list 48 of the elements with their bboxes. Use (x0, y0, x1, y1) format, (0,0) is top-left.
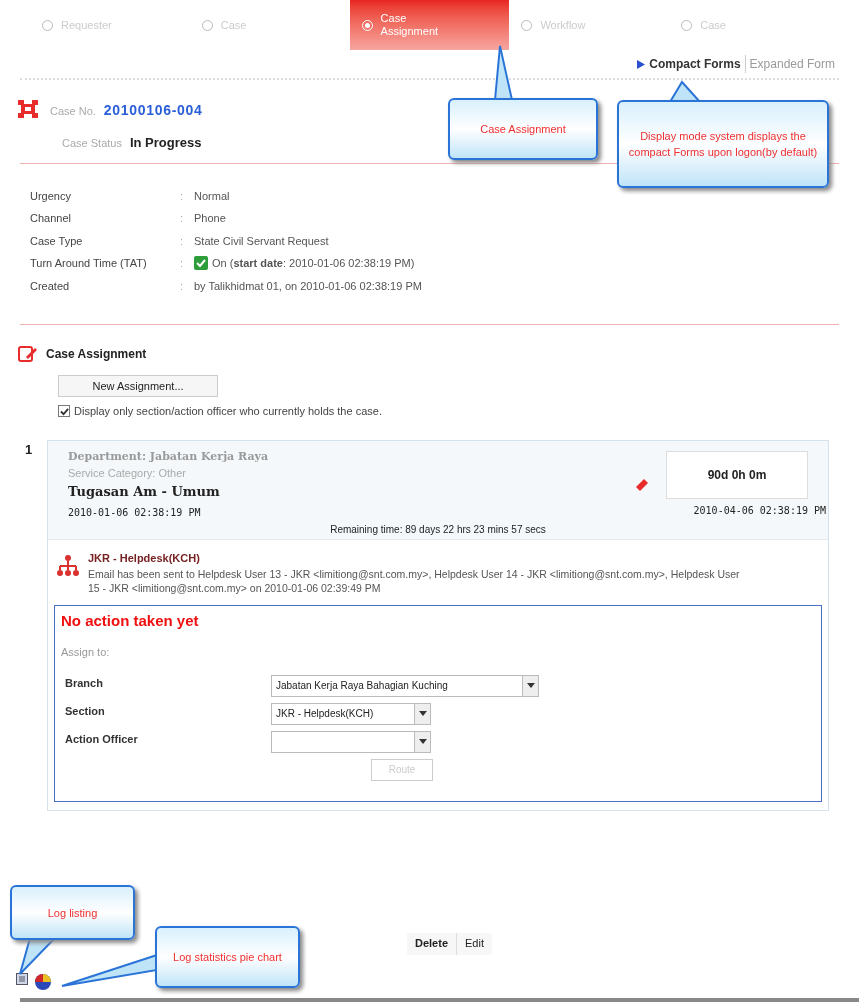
duration: 90d 0h 0m (666, 450, 808, 499)
callout-bubble: Display mode system displays the compact Forms upon logon(by default) (617, 100, 829, 188)
field-label: Case Type (30, 233, 84, 249)
mode-link[interactable]: Expanded Form (744, 55, 835, 73)
new-assignment-button[interactable]: New Assignment... (58, 375, 218, 397)
form-label: Action Officer (65, 731, 139, 747)
callout-bubble: Log listing (10, 885, 135, 940)
field-value: Phone (194, 211, 226, 226)
item-index: 1 (25, 440, 34, 459)
mode-link[interactable]: Compact Forms (649, 55, 741, 73)
remaining-time: Remaining time: 89 days 22 hrs 23 mins 57 secs (330, 523, 546, 537)
case-number-label: Case No. (50, 104, 96, 119)
field-value: by Talikhidmat 01, on 2010-01-06 02:38:19 PM (194, 278, 422, 294)
task-title: Tugasan Am - Umum (68, 482, 221, 501)
email-notice: Email has been sent to Helpdesk User 13 - JKR <limitiong@snt.com.my>, Helpdesk User 14 - JKR <limitiong@snt.com.my>, Helpdesk User 15 - JKR <limitiong@snt.com.my> on 2010-01-06 02:39:49 PM (88, 566, 741, 595)
action-button[interactable]: Edit (457, 932, 492, 955)
end-date: 2010-04-06 02:38:19 PM (693, 503, 826, 518)
step-tab[interactable]: Case Assignment (349, 0, 510, 50)
field-label: Urgency (30, 188, 72, 204)
field-value: On (start date: 2010-01-06 02:38:19 PM) (212, 256, 415, 271)
field-label: Channel (30, 211, 72, 226)
callout-bubble: Log statistics pie chart (155, 926, 300, 988)
field-separator: : (180, 211, 185, 226)
field-value: State Civil Servant Request (194, 233, 329, 249)
select-field[interactable]: JKR - Helpdesk(KCH) (271, 702, 431, 725)
assign-label: Assign to: (61, 645, 111, 660)
form-label: Branch (65, 675, 104, 691)
field-separator: : (180, 188, 185, 204)
department: Department: Jabatan Kerja Raya (68, 448, 270, 465)
field-label: Turn Around Time (TAT) (30, 256, 148, 271)
checkbox-label: Display only section/action officer who currently holds the case. (74, 404, 382, 419)
start-date: 2010-01-06 02:38:19 PM (68, 506, 202, 520)
case-status-label: Case Status (62, 136, 122, 151)
field-separator: : (180, 278, 185, 294)
category: Service Category: Other (68, 466, 187, 481)
action-button[interactable]: Delete (407, 932, 458, 955)
select-field[interactable]: Jabatan Kerja Raya Bahagian Kuching (271, 674, 539, 697)
field-separator: : (180, 233, 185, 249)
field-label: Created (30, 278, 71, 294)
section-title: Case Assignment (46, 346, 147, 363)
field-value: Normal (194, 188, 230, 204)
case-status: In Progress (129, 134, 202, 152)
action-status: No action taken yet (61, 610, 200, 631)
unit-name: JKR - Helpdesk(KCH) (88, 551, 201, 566)
form-label: Section (65, 703, 106, 719)
callout-bubble: Case Assignment (448, 98, 598, 160)
field-separator: : (180, 256, 185, 271)
case-number: 20100106-004 (103, 101, 203, 120)
